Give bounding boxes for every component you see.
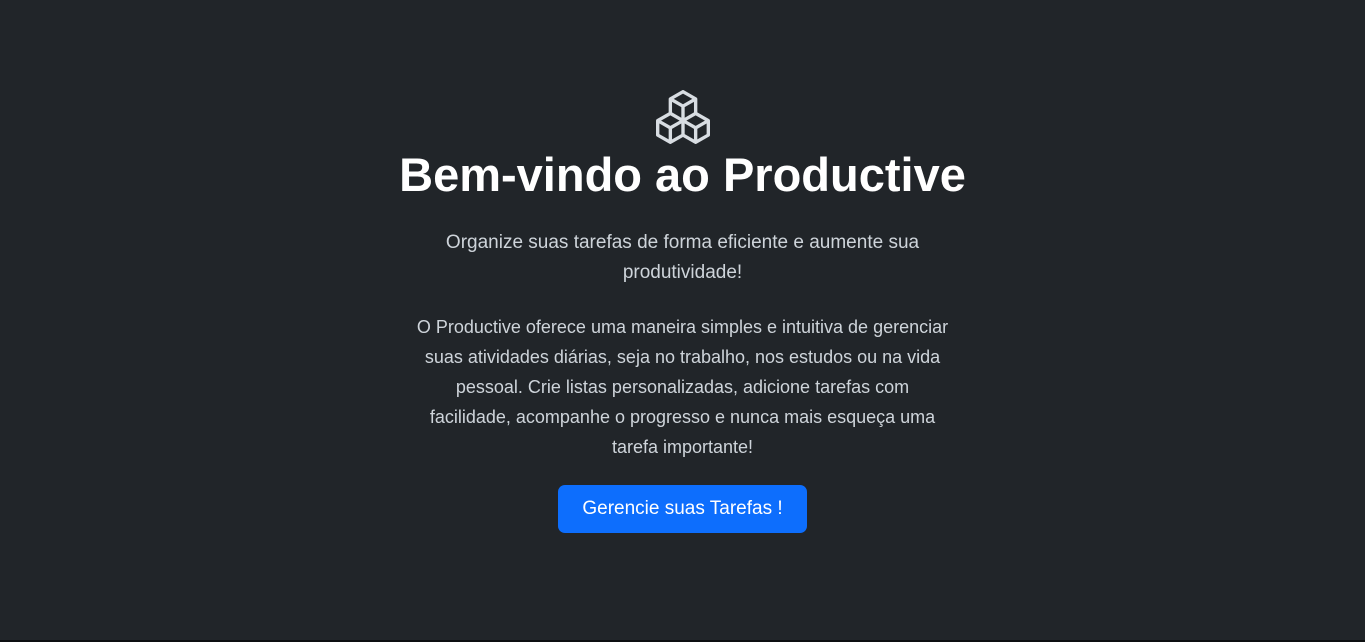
page-title: Bem-vindo ao Productive — [399, 148, 966, 201]
hero-lead-text: Organize suas tarefas de forma eficiente… — [445, 232, 920, 283]
manage-tasks-button[interactable]: Gerencie suas Tarefas ! — [558, 485, 807, 533]
boxes-icon — [655, 90, 710, 144]
hero-description: O Productive oferece uma maneira simples… — [416, 317, 949, 457]
landing-page: Bem-vindo ao Productive Organize suas ta… — [0, 0, 1365, 642]
hero-section: Bem-vindo ao Productive Organize suas ta… — [0, 90, 1365, 533]
